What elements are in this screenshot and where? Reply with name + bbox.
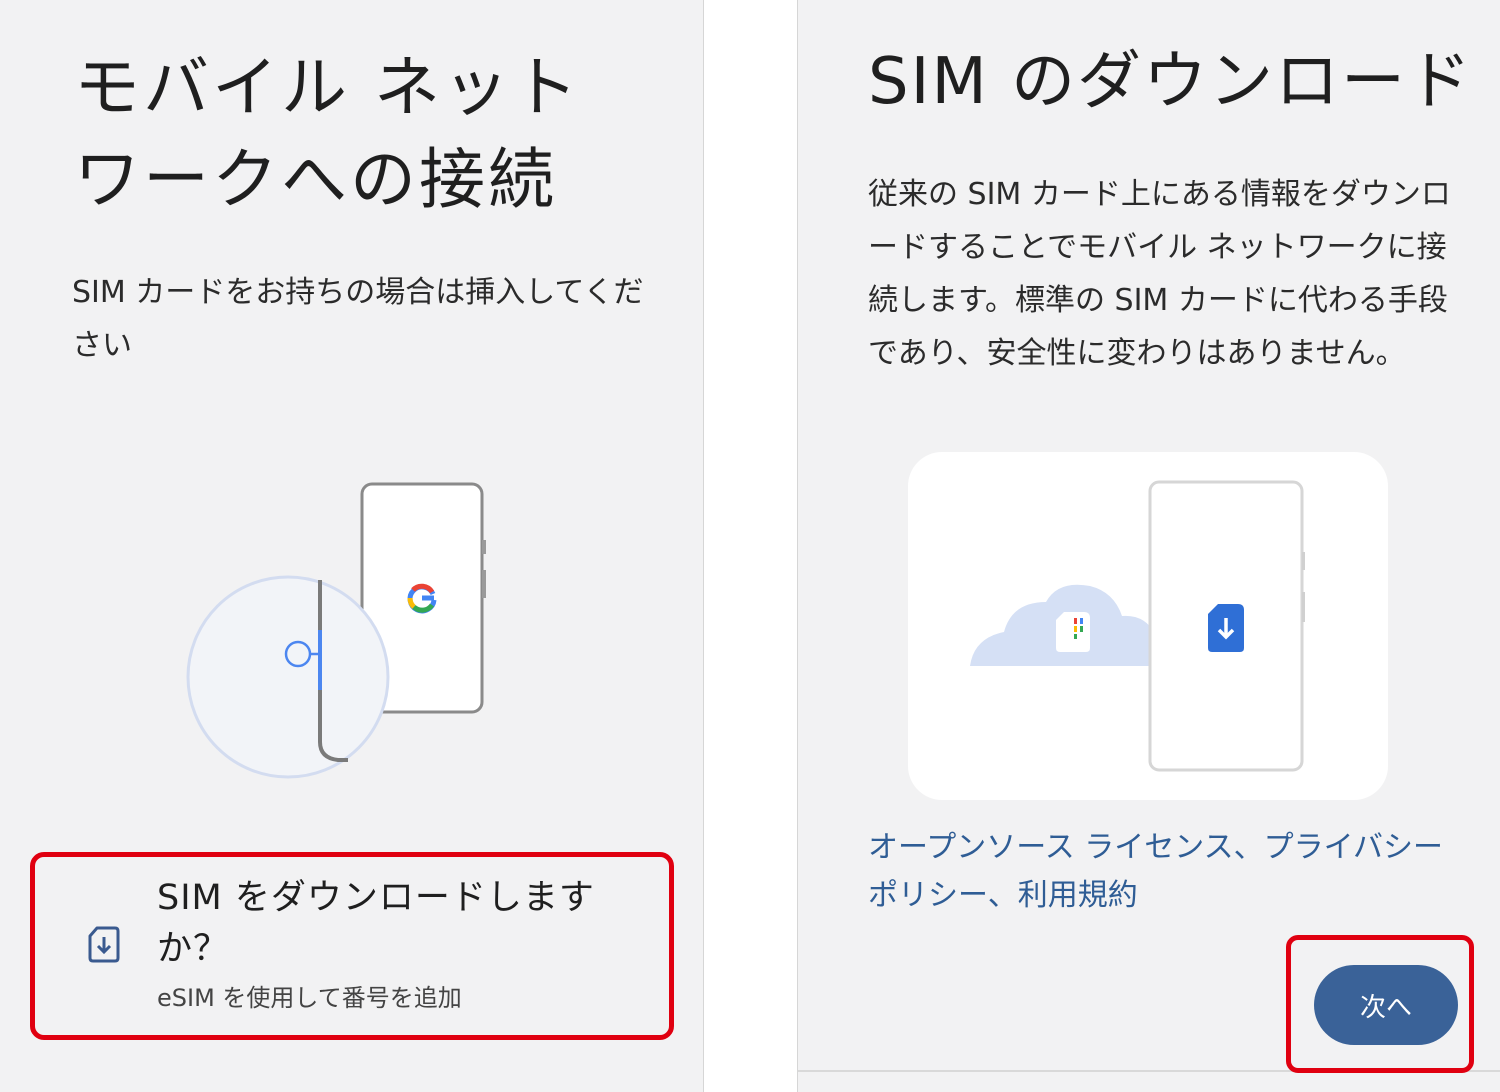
legal-links: オープンソース ライセンス、プライバシー ポリシー、利用規約 — [868, 824, 1468, 920]
left-screen: モバイル ネットワークへの接続 SIM カードをお持ちの場合は挿入してください — [0, 0, 704, 1092]
insert-sim-illustration — [186, 482, 486, 779]
page-description: SIM カードをお持ちの場合は挿入してください — [72, 275, 644, 363]
page-description: 従来の SIM カード上にある情報をダウンロードすることでモバイル ネットワーク… — [868, 177, 1451, 371]
open-source-license-link[interactable]: オープンソース ライセンス — [868, 830, 1234, 865]
sim-download-icon — [1208, 604, 1244, 652]
page-title: SIM のダウンロード — [868, 45, 1474, 119]
next-button[interactable]: 次へ — [1314, 965, 1458, 1045]
magnifier-circle — [186, 575, 390, 779]
sim-eject-hole — [284, 640, 312, 668]
sim-download-illustration — [908, 452, 1388, 800]
download-sim-subtitle: eSIM を使用して番号を追加 — [157, 984, 462, 1012]
legal-separator: 、 — [987, 878, 1018, 913]
legal-separator: 、 — [1233, 830, 1264, 865]
terms-of-service-link[interactable]: 利用規約 — [1018, 878, 1138, 913]
sim-download-icon — [88, 926, 120, 963]
right-screen: SIM のダウンロード 従来の SIM カード上にある情報をダウンロードすること… — [797, 0, 1500, 1092]
page-title: モバイル ネットワークへの接続 — [74, 49, 581, 218]
download-sim-option[interactable]: SIM をダウンロードしますか？ eSIM を使用して番号を追加 — [30, 852, 674, 1040]
sim-card-icon — [1056, 612, 1090, 652]
download-sim-title: SIM をダウンロードしますか？ — [157, 878, 595, 969]
